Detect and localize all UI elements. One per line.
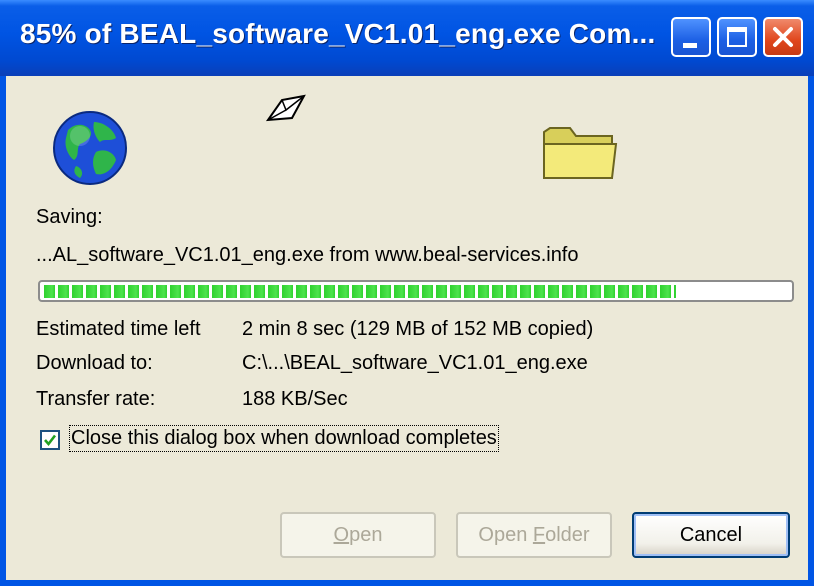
dialog-body: Saving: ...AL_software_VC1.01_eng.exe fr… xyxy=(6,76,808,580)
download-dialog: 85% of BEAL_software_VC1.01_eng.exe Com.… xyxy=(0,0,814,586)
saving-label: Saving: xyxy=(36,206,103,228)
close-when-done-checkbox[interactable] xyxy=(40,430,60,450)
time-left-label: Estimated time left xyxy=(36,318,201,340)
close-when-done-label[interactable]: Close this dialog box when download comp… xyxy=(69,425,499,452)
transfer-rate-label: Transfer rate: xyxy=(36,388,156,410)
folder-icon xyxy=(543,127,618,179)
maximize-button[interactable] xyxy=(717,17,757,57)
download-to-value: C:\...\BEAL_software_VC1.01_eng.exe xyxy=(242,352,588,374)
download-to-label: Download to: xyxy=(36,352,153,374)
open-folder-button[interactable]: Open Folder xyxy=(456,512,612,558)
minimize-button[interactable] xyxy=(671,17,711,57)
cancel-button[interactable]: Cancel xyxy=(632,512,790,558)
title-bar[interactable]: 85% of BEAL_software_VC1.01_eng.exe Com.… xyxy=(0,0,814,76)
open-button[interactable]: Open xyxy=(280,512,436,558)
transfer-rate-value: 188 KB/Sec xyxy=(242,388,348,410)
globe-icon xyxy=(53,111,127,185)
time-left-value: 2 min 8 sec (129 MB of 152 MB copied) xyxy=(242,318,594,340)
progress-fill xyxy=(44,285,676,298)
download-progress-bar xyxy=(38,280,794,302)
minimize-icon xyxy=(683,43,697,48)
close-icon xyxy=(773,27,793,47)
window-title: 85% of BEAL_software_VC1.01_eng.exe Com.… xyxy=(20,18,656,49)
flying-document-icon xyxy=(265,94,306,122)
file-source-text: ...AL_software_VC1.01_eng.exe from www.b… xyxy=(36,244,579,266)
maximize-icon xyxy=(727,27,747,47)
checkmark-icon xyxy=(44,434,57,447)
close-button[interactable] xyxy=(763,17,803,57)
